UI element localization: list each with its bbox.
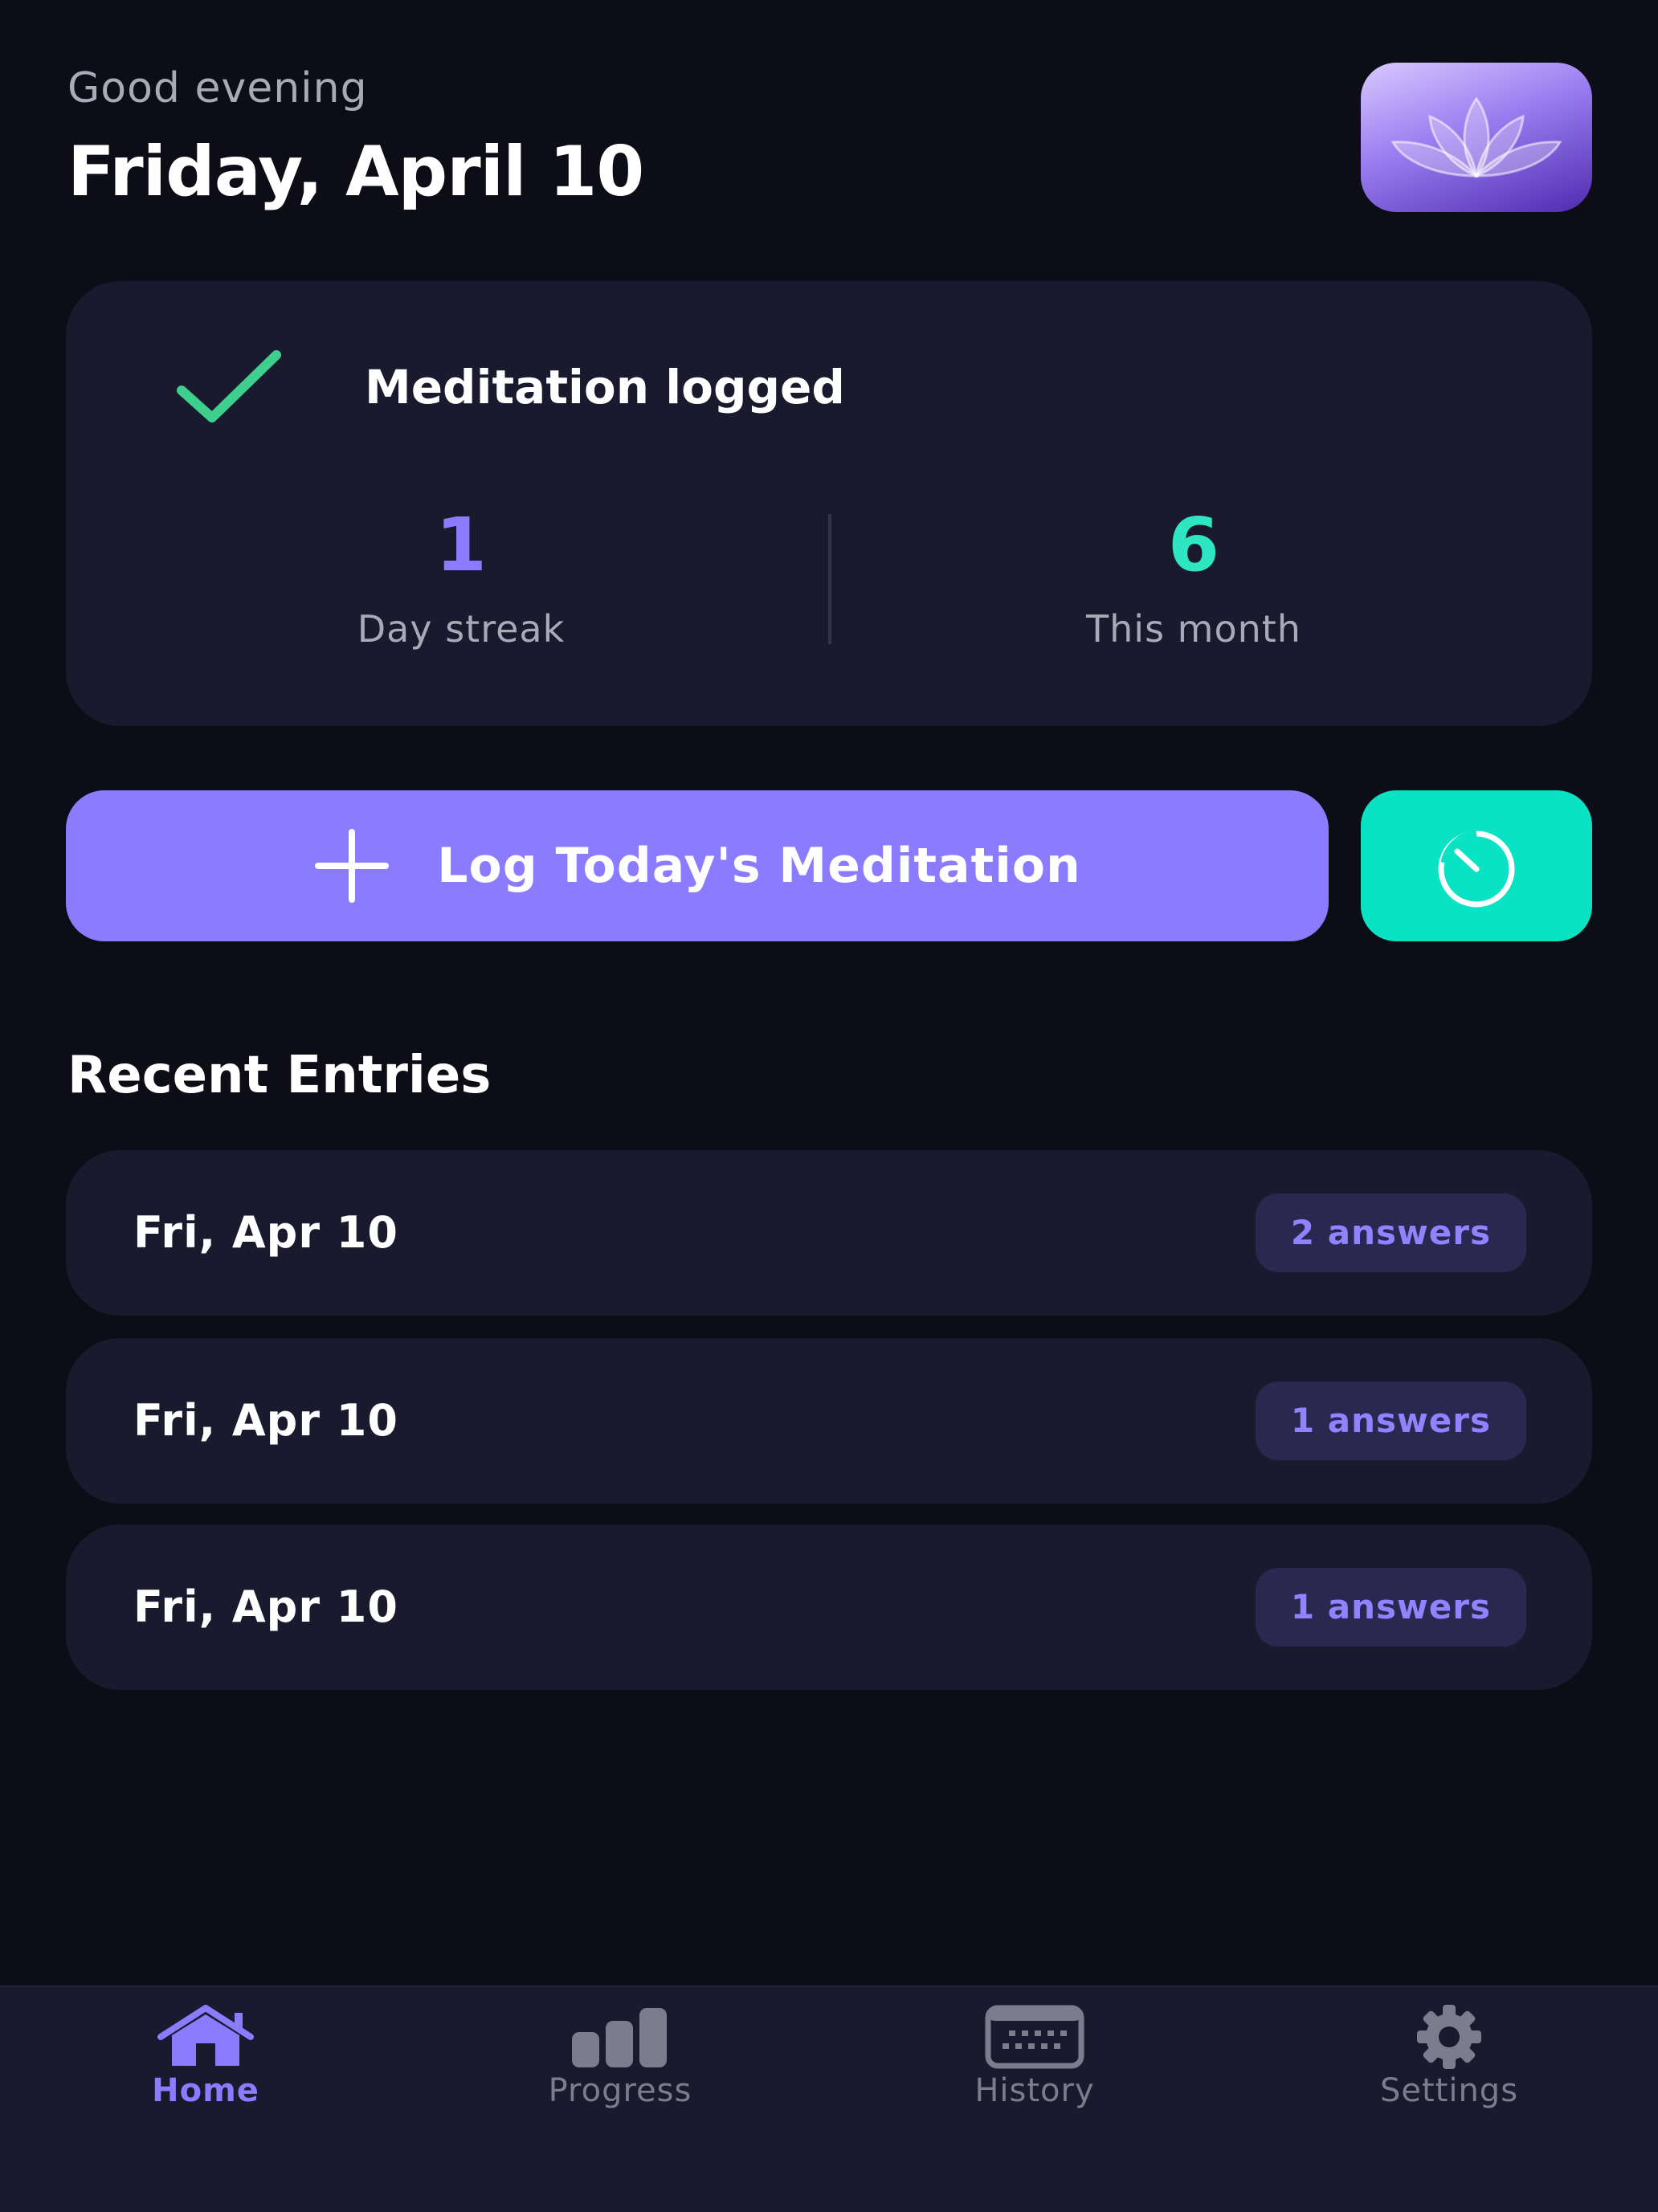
- checkmark-icon: [177, 350, 281, 422]
- calendar-icon: [985, 2005, 1084, 2069]
- log-meditation-label: Log Today's Meditation: [437, 838, 1081, 894]
- list-item[interactable]: Fri, Apr 10 2 answers: [66, 1150, 1592, 1316]
- status-title: Meditation logged: [365, 360, 845, 414]
- page-title: Friday, April 10: [67, 132, 644, 212]
- entry-date: Fri, Apr 10: [133, 1207, 398, 1258]
- list-item[interactable]: Fri, Apr 10 1 answers: [66, 1524, 1592, 1690]
- timer-button[interactable]: [1361, 790, 1592, 941]
- answers-badge: 1 answers: [1255, 1381, 1526, 1460]
- stat-value: 6: [1167, 502, 1219, 588]
- tab-history[interactable]: History: [874, 2005, 1195, 2109]
- stat-this-month: 6 This month: [913, 498, 1475, 651]
- recent-entries-title: Recent Entries: [67, 1046, 492, 1105]
- tab-label: History: [974, 2072, 1095, 2109]
- tab-label: Settings: [1379, 2072, 1519, 2109]
- tab-label: Progress: [548, 2072, 692, 2109]
- lotus-icon[interactable]: [1361, 63, 1592, 212]
- answers-badge: 1 answers: [1255, 1568, 1526, 1647]
- tab-progress[interactable]: Progress: [459, 2005, 781, 2109]
- gear-icon: [1417, 2005, 1481, 2069]
- home-icon: [157, 2005, 254, 2066]
- stat-label: Day streak: [357, 607, 566, 651]
- lotus-graphic: [1391, 96, 1562, 178]
- stat-value: 1: [435, 502, 487, 588]
- answers-badge: 2 answers: [1255, 1194, 1526, 1272]
- bar-chart-icon: [572, 2008, 667, 2067]
- tab-label: Home: [152, 2072, 259, 2109]
- stat-label: This month: [1086, 607, 1301, 651]
- greeting-text: Good evening: [67, 64, 368, 112]
- plus-icon: [315, 829, 390, 903]
- entry-date: Fri, Apr 10: [133, 1395, 398, 1446]
- stat-day-streak: 1 Day streak: [180, 498, 742, 651]
- tab-home[interactable]: Home: [45, 2005, 366, 2109]
- tab-settings[interactable]: Settings: [1288, 2005, 1610, 2109]
- timer-icon: [1438, 830, 1515, 908]
- tab-bar: Home Progress History Settings: [0, 1985, 1658, 2212]
- entry-date: Fri, Apr 10: [133, 1581, 398, 1632]
- stat-divider: [828, 514, 831, 644]
- log-meditation-button[interactable]: Log Today's Meditation: [66, 790, 1329, 941]
- list-item[interactable]: Fri, Apr 10 1 answers: [66, 1338, 1592, 1504]
